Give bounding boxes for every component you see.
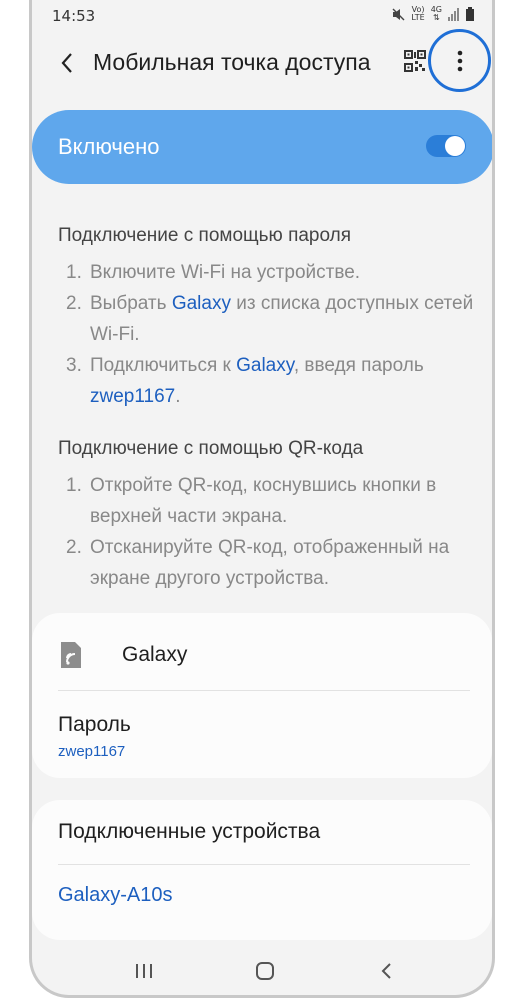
qr-instructions: Подключение с помощью QR-кода 1. Откройт…	[58, 438, 478, 594]
list-item: 2. Отсканируйте QR-код, отображенный на …	[66, 537, 450, 589]
network-name-link: Galaxy	[236, 355, 294, 376]
list-item: 3. Подключиться к Galaxy, введя пароль z…	[66, 355, 424, 407]
qr-steps: 1. Откройте QR-код, коснувшись кнопки в …	[58, 470, 478, 594]
qr-code-icon	[404, 50, 426, 72]
password-instructions: Подключение с помощью пароля 1. Включите…	[58, 225, 478, 412]
navigation-bar	[32, 945, 492, 995]
mute-icon	[392, 8, 405, 20]
toggle-label: Включено	[58, 134, 160, 159]
password-steps: 1. Включите Wi-Fi на устройстве. 2. Выбр…	[58, 257, 478, 412]
qr-section-heading: Подключение с помощью QR-кода	[58, 438, 364, 459]
volte-indicator: Vo) LTE	[411, 5, 425, 22]
status-time: 14:53	[52, 7, 96, 25]
recent-apps-button[interactable]	[130, 957, 158, 985]
back-nav-button[interactable]	[372, 957, 400, 985]
switch-knob	[445, 136, 465, 156]
page-title: Мобильная точка доступа	[93, 49, 371, 75]
list-item: 1. Откройте QR-код, коснувшись кнопки в …	[66, 475, 437, 527]
battery-icon	[466, 7, 474, 21]
back-button[interactable]	[54, 48, 80, 78]
status-icons: Vo) LTE 4G ⇅	[392, 6, 474, 22]
password-label: Пароль	[58, 713, 131, 736]
hotspot-switch[interactable]	[426, 135, 466, 157]
password-value: zwep1167	[58, 743, 126, 760]
status-bar: 14:53 Vo) LTE 4G ⇅	[32, 0, 492, 32]
connected-device-item[interactable]: Galaxy-A10s	[58, 884, 173, 907]
password-section-heading: Подключение с помощью пароля	[58, 225, 352, 246]
divider	[58, 864, 470, 865]
home-icon	[256, 962, 274, 980]
list-item: 1. Включите Wi-Fi на устройстве.	[66, 262, 361, 283]
connected-devices-card: Подключенные устройства Galaxy-A10s	[32, 800, 492, 940]
back-nav-icon	[381, 963, 391, 979]
recent-apps-icon	[136, 964, 152, 978]
network-name-link: Galaxy	[171, 293, 231, 314]
app-bar: Мобильная точка доступа	[32, 29, 492, 94]
more-options-button[interactable]	[428, 29, 491, 92]
network-name-row[interactable]: Galaxy	[58, 635, 187, 675]
list-item: 2. Выбрать Galaxy из списка доступных се…	[66, 293, 474, 345]
qr-code-button[interactable]	[404, 50, 428, 74]
more-options-icon	[457, 50, 462, 71]
mobile-hotspot-icon	[61, 642, 81, 668]
divider	[58, 690, 470, 691]
network-name: Galaxy	[122, 643, 188, 666]
network-type-indicator: 4G ⇅	[430, 5, 442, 22]
hotspot-toggle-bar[interactable]: Включено	[32, 110, 492, 184]
password-link: zwep1167	[90, 386, 176, 407]
home-button[interactable]	[251, 957, 279, 985]
signal-icon	[448, 7, 459, 21]
connected-devices-heading: Подключенные устройства	[58, 820, 321, 843]
back-icon	[61, 53, 72, 73]
phone-screen: 14:53 Vo) LTE 4G ⇅ Мобильная точка досту…	[29, 0, 495, 998]
network-card: Galaxy Пароль zwep1167	[32, 613, 492, 778]
